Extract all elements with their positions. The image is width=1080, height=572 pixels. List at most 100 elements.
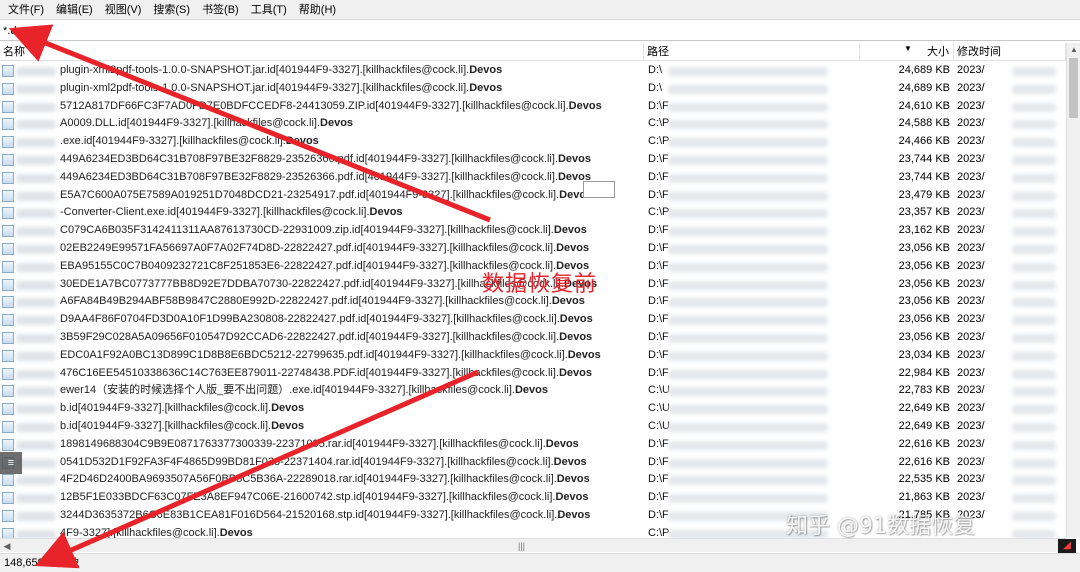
file-time: 2023/ [957, 152, 985, 165]
redacted-path [668, 120, 828, 130]
file-icon [2, 492, 14, 505]
table-row[interactable]: 30EDE1A7BC0773777BB8D92E7DDBA70730-22822… [0, 276, 1066, 294]
file-size: 21,863 KB [898, 491, 950, 504]
file-list: plugin-xml2pdf-tools-1.0.0-SNAPSHOT.jar.… [0, 62, 1066, 538]
file-size: 23,744 KB [898, 170, 950, 183]
table-row[interactable]: 449A6234ED3BD64C31B708F97BE32F8829-23526… [0, 151, 1066, 169]
menu-item-0[interactable]: 文件(F) [2, 0, 50, 20]
table-row[interactable]: 1898149688304C9B9E0871763377300339-22371… [0, 436, 1066, 454]
table-row[interactable]: ewer14（安装的时候选择个人版_要不出问题）.exe.id[401944F9… [0, 382, 1066, 400]
menu-item-4[interactable]: 书签(B) [196, 0, 245, 20]
file-name: A0009.DLL.id[401944F9-3327].[killhackfil… [60, 117, 354, 130]
file-time: 2023/ [957, 64, 985, 76]
menu-item-5[interactable]: 工具(T) [245, 0, 293, 20]
search-input[interactable] [0, 21, 1070, 40]
redacted-name-prefix [16, 84, 56, 94]
redacted-name-prefix [16, 298, 56, 308]
file-name: 476C16EE54510338636C14C763EE879011-22748… [60, 366, 593, 379]
file-name: 449A6234ED3BD64C31B708F97BE32F8829-23526… [60, 152, 591, 165]
table-row[interactable]: b.id[401944F9-3327].[killhackfiles@cock.… [0, 400, 1066, 418]
file-size: 21,785 KB [898, 508, 950, 521]
table-row[interactable]: 476C16EE54510338636C14C763EE879011-22748… [0, 365, 1066, 383]
file-icon [2, 474, 14, 487]
object-count: 148,659 个对象 [4, 557, 80, 569]
file-name: 0541D532D1F92FA3F4F4865D99BD81F028-22371… [60, 455, 587, 468]
redacted-name-prefix [16, 422, 56, 432]
redacted-time [1012, 405, 1056, 415]
scroll-left-icon[interactable]: ◀ [0, 539, 14, 553]
redacted-path [668, 244, 828, 254]
redacted-time [1012, 120, 1056, 130]
file-time: 2023/ [957, 366, 985, 379]
menu-item-6[interactable]: 帮助(H) [293, 0, 342, 20]
table-row[interactable]: 4F2D46D2400BA9693507A56F0BB5C5B36A-22289… [0, 471, 1066, 489]
redacted-time [1012, 191, 1056, 201]
table-row[interactable]: A0009.DLL.id[401944F9-3327].[killhackfil… [0, 115, 1066, 133]
redacted-path [668, 191, 828, 201]
table-row[interactable]: 12B5F1E033BDCF63C07FE3A8EF947C06E-216007… [0, 489, 1066, 507]
scroll-up-icon[interactable]: ▲ [1067, 43, 1080, 57]
redacted-path [668, 298, 828, 308]
redacted-time [1012, 84, 1056, 94]
table-row[interactable]: EBA95155C0C7B0409232721C8F251853E6-22822… [0, 258, 1066, 276]
redacted-time [1012, 102, 1056, 112]
file-time: 2023/ [957, 384, 985, 397]
table-row[interactable]: A6FA84B49B294ABF58B9847C2880E992D-228224… [0, 293, 1066, 311]
file-icon [2, 82, 14, 95]
file-icon [2, 456, 14, 469]
redacted-name-prefix [16, 227, 56, 237]
table-row[interactable]: 4F9-3327].[killhackfiles@cock.li].Devos C… [0, 525, 1066, 538]
menu-item-1[interactable]: 编辑(E) [50, 0, 99, 20]
redacted-path [668, 67, 828, 76]
file-icon [2, 403, 14, 416]
table-row[interactable]: C079CA6B035F3142411311AA87613730CD-22931… [0, 222, 1066, 240]
table-row[interactable]: .exe.id[401944F9-3327].[killhackfiles@co… [0, 133, 1066, 151]
file-icon [2, 100, 14, 113]
table-row[interactable]: E5A7C600A075E7589A019251D7048DCD21-23254… [0, 187, 1066, 205]
table-row[interactable]: b.id[401944F9-3327].[killhackfiles@cock.… [0, 418, 1066, 436]
redacted-name-prefix [16, 120, 56, 130]
file-icon [2, 349, 14, 362]
file-icon [2, 527, 14, 538]
redacted-time [1012, 209, 1056, 219]
redacted-time [1012, 494, 1056, 504]
column-path-header[interactable]: 路径 [644, 43, 860, 61]
table-row[interactable]: 449A6234ED3BD64C31B708F97BE32F8829-23526… [0, 169, 1066, 187]
sort-descending-icon: ▼ [904, 44, 912, 53]
table-row[interactable]: plugin-xml2pdf-tools-1.0.0-SNAPSHOT.jar.… [0, 62, 1066, 80]
file-name: 3B59F29C028A5A09656F010547D92CCAD6-22822… [60, 330, 593, 343]
file-icon [2, 420, 14, 433]
table-row[interactable]: D9AA4F86F0704FD3D0A10F1D99BA230808-22822… [0, 311, 1066, 329]
redacted-path [668, 351, 828, 361]
table-row[interactable]: 02EB2249E99571FA56697A0F7A02F74D8D-22822… [0, 240, 1066, 258]
file-name: 1898149688304C9B9E0871763377300339-22371… [60, 437, 579, 450]
file-time: 2023/ [957, 419, 985, 432]
menu-item-3[interactable]: 搜索(S) [147, 0, 196, 20]
redacted-path [668, 173, 828, 183]
file-time: 2023/ [957, 135, 985, 148]
redacted-time [1012, 227, 1056, 237]
redacted-time [1012, 476, 1056, 486]
table-row[interactable]: -Converter-Client.exe.id[401944F9-3327].… [0, 204, 1066, 222]
vertical-scrollbar[interactable]: ▲ [1066, 43, 1080, 538]
redacted-time [1012, 262, 1056, 272]
table-row[interactable]: 3244D3635372B6C6E83B1CEA81F016D564-21520… [0, 507, 1066, 525]
file-icon [2, 296, 14, 309]
table-row[interactable]: plugin-xml2pdf-tools-1.0.0-SNAPSHOT.jar.… [0, 80, 1066, 98]
file-size: 22,535 KB [898, 473, 950, 486]
redacted-path [668, 138, 828, 148]
scroll-grip-icon[interactable]: ||| [518, 541, 525, 551]
redacted-name-prefix [16, 173, 56, 183]
file-name: A6FA84B49B294ABF58B9847C2880E992D-228224… [60, 295, 585, 308]
table-row[interactable]: EDC0A1F92A0BC13D899C1D8B8E6BDC5212-22799… [0, 347, 1066, 365]
table-row[interactable]: 0541D532D1F92FA3F4F4865D99BD81F028-22371… [0, 454, 1066, 472]
scroll-thumb[interactable] [1069, 58, 1078, 118]
menu-item-2[interactable]: 视图(V) [99, 0, 148, 20]
file-name: .exe.id[401944F9-3327].[killhackfiles@co… [60, 135, 319, 148]
table-row[interactable]: 3B59F29C028A5A09656F010547D92CCAD6-22822… [0, 329, 1066, 347]
column-name-header[interactable]: 名称 [0, 43, 644, 61]
horizontal-scrollbar[interactable]: ◀ ||| [0, 538, 1066, 552]
redacted-name-prefix [16, 262, 56, 272]
table-row[interactable]: 5712A817DF66FC3F7AD0FD7E0BDFCCEDF8-24413… [0, 98, 1066, 116]
column-time-header[interactable]: 修改时间 [954, 43, 1066, 61]
